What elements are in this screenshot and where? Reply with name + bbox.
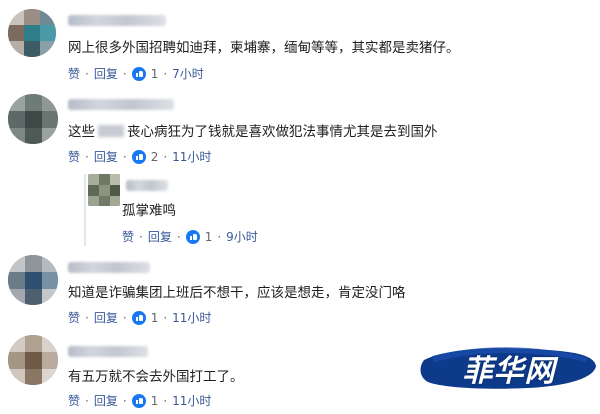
reply-button[interactable]: 回复: [94, 150, 118, 164]
comment-text: 这些 丧心病狂为了钱就是喜欢做犯法事情尤其是去到国外: [68, 123, 438, 141]
timestamp[interactable]: 11小时: [172, 394, 211, 408]
comment-text: 知道是诈骗集团上班后不想干，应该是想走，肯定没门咯: [68, 285, 406, 301]
like-button[interactable]: 赞: [68, 311, 80, 325]
like-reaction-icon[interactable]: [131, 394, 146, 408]
watermark-logo: 菲华网: [418, 338, 600, 398]
commenter-name[interactable]: [68, 99, 174, 110]
reaction-count[interactable]: 1: [151, 311, 159, 325]
commenter-name[interactable]: [68, 15, 166, 26]
separator: ·: [85, 311, 89, 325]
watermark-text: 菲华网: [462, 354, 556, 389]
separator: ·: [85, 394, 89, 408]
avatar[interactable]: [8, 255, 58, 305]
comment-text: 孤掌难鸣: [122, 203, 176, 219]
commenter-name[interactable]: [68, 346, 148, 357]
separator: ·: [163, 311, 168, 325]
timestamp[interactable]: 9小时: [226, 230, 258, 244]
comment-actions: 赞 · 回复 · 1 · 7小时: [68, 67, 204, 81]
separator: ·: [163, 67, 168, 81]
reply-thread-line: [84, 174, 86, 246]
reply-button[interactable]: 回复: [94, 394, 118, 408]
comment-text-part: 丧心病狂为了钱就是喜欢做犯法事情尤其是去到国外: [127, 124, 438, 140]
comment-actions: 赞 · 回复 · 1 · 11小时: [68, 394, 211, 408]
avatar[interactable]: [8, 94, 58, 144]
reply-button[interactable]: 回复: [94, 67, 118, 81]
separator: ·: [176, 230, 181, 244]
comment-actions: 赞 · 回复 · 1 · 11小时: [68, 311, 211, 325]
like-reaction-icon[interactable]: [131, 150, 146, 164]
separator: ·: [85, 67, 89, 81]
like-button[interactable]: 赞: [122, 230, 134, 244]
separator: ·: [139, 230, 143, 244]
comment-actions: 赞 · 回复 · 1 · 9小时: [122, 230, 258, 244]
avatar[interactable]: [8, 335, 58, 385]
like-button[interactable]: 赞: [68, 67, 80, 81]
separator: ·: [122, 311, 127, 325]
separator: ·: [217, 230, 222, 244]
comment-actions: 赞 · 回复 · 2 · 11小时: [68, 150, 211, 164]
like-reaction-icon[interactable]: [131, 311, 146, 325]
separator: ·: [163, 150, 168, 164]
reply-button[interactable]: 回复: [148, 230, 172, 244]
separator: ·: [163, 394, 168, 408]
reaction-count[interactable]: 2: [151, 150, 159, 164]
timestamp[interactable]: 11小时: [172, 311, 211, 325]
avatar[interactable]: [8, 9, 56, 57]
separator: ·: [122, 150, 127, 164]
like-button[interactable]: 赞: [68, 394, 80, 408]
commenter-name[interactable]: [68, 262, 150, 273]
comment-text: 有五万就不会去外国打工了。: [68, 369, 244, 385]
reply-button[interactable]: 回复: [94, 311, 118, 325]
separator: ·: [85, 150, 89, 164]
separator: ·: [122, 394, 127, 408]
reaction-count[interactable]: 1: [151, 394, 159, 408]
timestamp[interactable]: 11小时: [172, 150, 211, 164]
comment-text: 网上很多外国招聘如迪拜，柬埔寨，缅甸等等，其实都是卖猪仔。: [68, 40, 460, 56]
timestamp[interactable]: 7小时: [172, 67, 204, 81]
commenter-name[interactable]: [126, 180, 168, 191]
like-button[interactable]: 赞: [68, 150, 80, 164]
reaction-count[interactable]: 1: [205, 230, 213, 244]
reaction-count[interactable]: 1: [151, 67, 159, 81]
like-reaction-icon[interactable]: [185, 230, 200, 244]
redacted-text: [98, 125, 124, 137]
separator: ·: [122, 67, 127, 81]
like-reaction-icon[interactable]: [131, 67, 146, 81]
avatar[interactable]: [88, 174, 120, 206]
comment-text-part: 这些: [68, 124, 95, 140]
